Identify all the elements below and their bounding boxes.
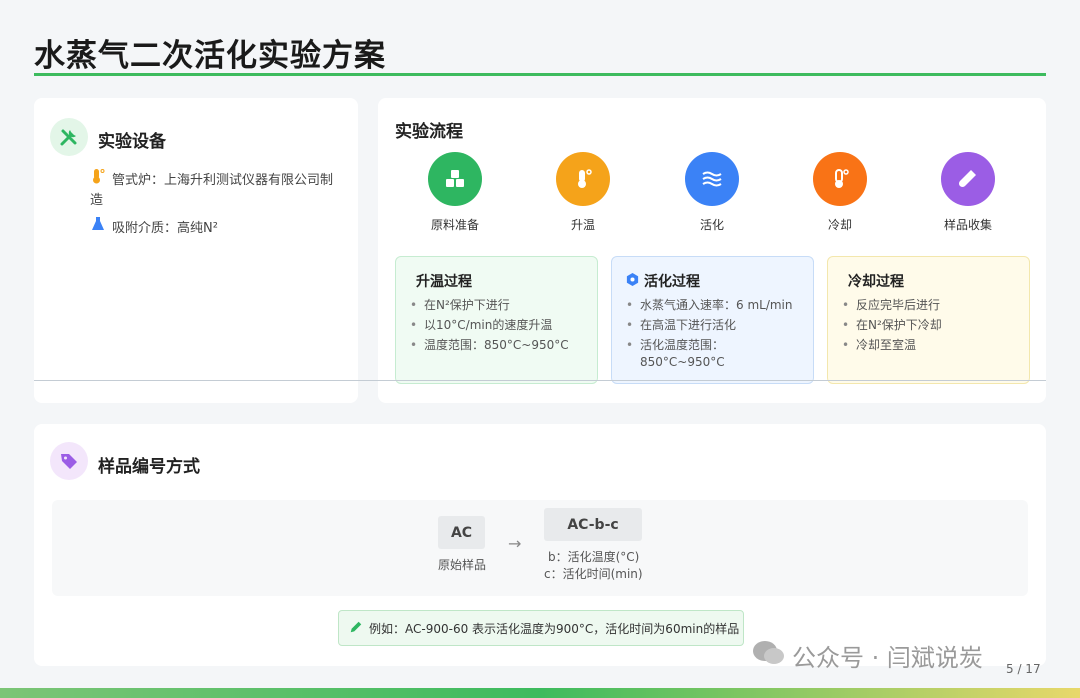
cool-process-list: 反应完毕后进行 在N²保护下冷却 冷却至室温	[842, 297, 1024, 357]
step-label: 冷却	[827, 218, 852, 232]
list-item: 在高温下进行活化	[626, 317, 808, 334]
tag-icon	[50, 442, 88, 480]
heat-process-list: 在N²保护下进行 以10°C/min的速度升温 温度范围：850°C~950°C	[410, 297, 592, 357]
step-collect: 样品收集	[923, 152, 1013, 233]
cubes-icon	[428, 152, 482, 206]
original-label: 原始样品	[438, 558, 487, 572]
list-item: 活化温度范围：850°C~950°C	[626, 337, 808, 371]
watermark: 公众号 · 闫斌说炭	[752, 638, 983, 673]
flow-card: 实验流程 原料准备 升温 活化 冷却 样品收集 升温过程 在N²保护下进行 以	[378, 98, 1046, 403]
water-icon	[685, 152, 739, 206]
test-tube-icon	[941, 152, 995, 206]
equipment-card: 实验设备 管式炉：上海升利测试仪器有限公司制造 吸附介质：高纯N²	[34, 98, 358, 403]
step-label: 样品收集	[943, 218, 992, 232]
step-heat: 升温	[538, 152, 628, 233]
gear-icon	[626, 272, 644, 290]
step-activate: 活化	[667, 152, 757, 233]
list-item: 反应完毕后进行	[842, 297, 1024, 314]
watermark-text: 公众号 · 闫斌说炭	[792, 644, 983, 672]
activate-process-title: 活化过程	[644, 274, 700, 290]
cool-process-title: 冷却过程	[848, 274, 904, 290]
activate-process-box: 活化过程 水蒸气通入速率：6 mL/min 在高温下进行活化 活化温度范围：85…	[611, 256, 814, 384]
arrow-icon: →	[508, 534, 522, 553]
title-underline	[34, 73, 1046, 76]
code-desc-c: c：活化时间(min)	[544, 567, 643, 581]
step-label: 活化	[699, 218, 724, 232]
example-text: 例如：AC-900-60 表示活化温度为900°C，活化时间为60min的样品	[369, 621, 740, 636]
footer-bar	[0, 688, 1080, 698]
wechat-icon	[752, 639, 792, 673]
step-cool: 冷却	[795, 152, 885, 233]
pencil-icon	[349, 620, 369, 637]
sample-heading: 样品编号方式	[98, 457, 200, 477]
heat-process-box: 升温过程 在N²保护下进行 以10°C/min的速度升温 温度范围：850°C~…	[395, 256, 598, 384]
activate-process-list: 水蒸气通入速率：6 mL/min 在高温下进行活化 活化温度范围：850°C~9…	[626, 297, 808, 374]
equipment-heading: 实验设备	[98, 132, 166, 152]
equipment-medium-text: 吸附介质：高纯N²	[112, 221, 218, 236]
list-item: 以10°C/min的速度升温	[410, 317, 592, 334]
original-code-box: AC	[438, 516, 485, 549]
new-code-box: AC-b-c	[544, 508, 642, 541]
step-prepare: 原料准备	[410, 152, 500, 233]
sample-card: 样品编号方式 AC 原始样品 → AC-b-c b：活化温度(°C) c：活化时…	[34, 424, 1046, 666]
equipment-item-medium: 吸附介质：高纯N²	[90, 216, 340, 239]
list-item: 水蒸气通入速率：6 mL/min	[626, 297, 808, 314]
cool-process-box: 冷却过程 反应完毕后进行 在N²保护下冷却 冷却至室温	[827, 256, 1030, 384]
divider-line	[34, 380, 1046, 381]
step-label: 升温	[570, 218, 595, 232]
page-title: 水蒸气二次活化实验方案	[34, 38, 386, 74]
thermometer-icon	[556, 152, 610, 206]
thermometer-low-icon	[813, 152, 867, 206]
flask-icon	[90, 216, 112, 239]
list-item: 在N²保护下进行	[410, 297, 592, 314]
page-number: 5 / 17	[1006, 662, 1041, 676]
equipment-furnace-text: 管式炉：上海升利测试仪器有限公司制造	[90, 173, 334, 208]
heat-process-title: 升温过程	[416, 274, 472, 290]
equipment-item-furnace: 管式炉：上海升利测试仪器有限公司制造	[90, 168, 340, 211]
step-label: 原料准备	[430, 218, 479, 232]
sample-code-area: AC 原始样品 → AC-b-c b：活化温度(°C) c：活化时间(min)	[52, 500, 1028, 596]
list-item: 在N²保护下冷却	[842, 317, 1024, 334]
example-note: 例如：AC-900-60 表示活化温度为900°C，活化时间为60min的样品	[338, 610, 744, 646]
tools-icon	[50, 118, 88, 156]
code-desc-b: b：活化温度(°C)	[548, 550, 640, 564]
list-item: 温度范围：850°C~950°C	[410, 337, 592, 354]
thermometer-icon	[90, 168, 112, 191]
list-item: 冷却至室温	[842, 337, 1024, 354]
flow-heading: 实验流程	[395, 122, 463, 142]
